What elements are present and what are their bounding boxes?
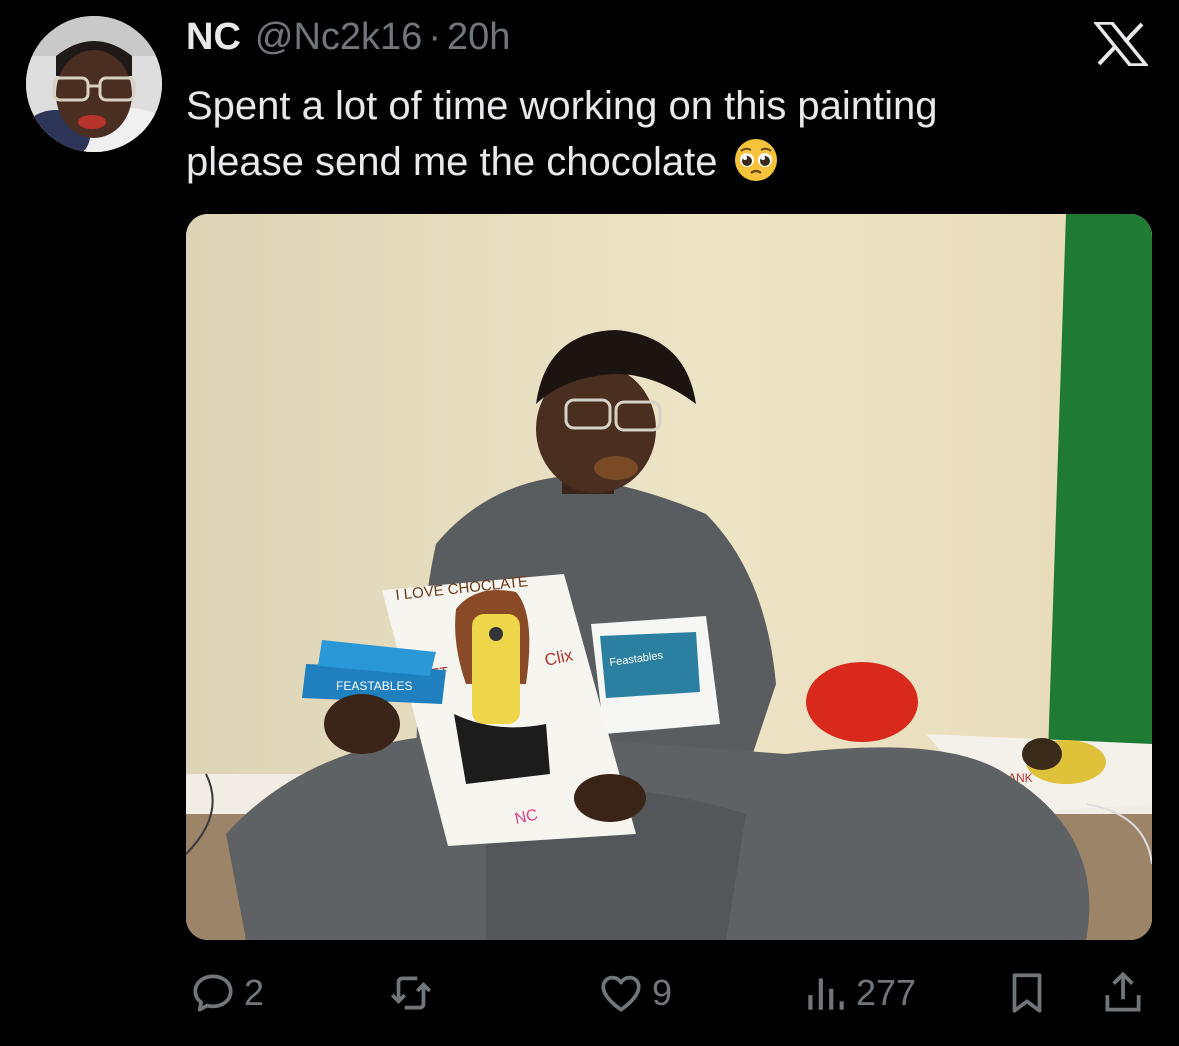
x-logo-icon[interactable]	[1092, 21, 1150, 67]
bookmark-button[interactable]	[1002, 958, 1052, 1028]
views-icon	[808, 978, 844, 1010]
tweet-text-line2: please send me the chocolate	[186, 134, 1146, 190]
reply-icon	[193, 974, 233, 1012]
like-icon	[601, 975, 641, 1012]
author-name[interactable]: NC	[186, 16, 241, 59]
tweet-actions: 2 9 277	[0, 958, 1179, 1028]
reply-count: 2	[244, 972, 265, 1013]
tweet-header: NC @Nc2k16 · 20h	[186, 16, 510, 66]
photo-scene: FRANK I LOVE CHOCLATE Clix SET NC Feasta…	[186, 214, 1152, 940]
tweet-text-line2-text: please send me the chocolate	[186, 140, 718, 184]
reply-button[interactable]: 2	[188, 958, 264, 1028]
views-count: 277	[856, 972, 917, 1013]
tweet-text-line1: Spent a lot of time working on this pain…	[186, 84, 938, 128]
share-icon	[1105, 971, 1141, 1012]
author-handle[interactable]: @Nc2k16	[255, 16, 422, 59]
tweet-media-photo[interactable]: FRANK I LOVE CHOCLATE Clix SET NC Feasta…	[186, 214, 1152, 940]
pleading-face-icon	[734, 139, 777, 181]
views-button[interactable]: 277	[800, 958, 916, 1028]
repost-button[interactable]	[386, 958, 442, 1028]
chocolate-label-text: FEASTABLES	[336, 679, 412, 693]
like-count: 9	[652, 972, 673, 1013]
share-button[interactable]	[1098, 958, 1148, 1028]
avatar[interactable]	[26, 16, 162, 152]
separator: ·	[428, 16, 441, 58]
timestamp[interactable]: 20h	[447, 16, 510, 59]
tweet-text: Spent a lot of time working on this pain…	[186, 78, 1146, 190]
bookmark-icon	[1012, 973, 1042, 1013]
like-button[interactable]: 9	[596, 958, 672, 1028]
avatar-photo	[26, 16, 162, 152]
repost-icon	[390, 976, 432, 1010]
